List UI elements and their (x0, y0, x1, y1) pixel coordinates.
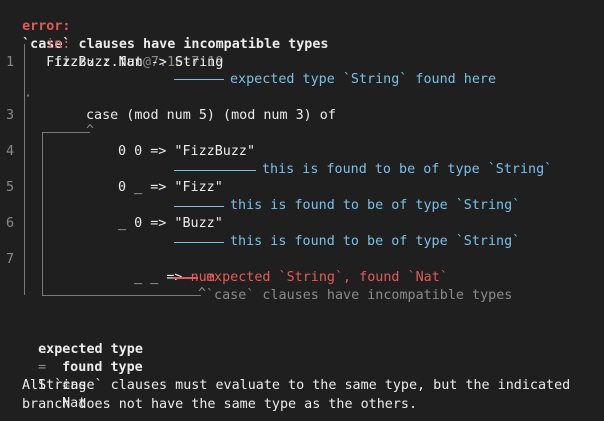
expected-underline (174, 79, 224, 80)
code-line-6: _ 0 => "Buzz" (118, 216, 223, 231)
line-number: 3 (6, 108, 15, 123)
buzz-underline (174, 242, 224, 243)
line-number: 5 (6, 180, 15, 195)
case-note-annotation: `case` clauses have incompatible types (206, 288, 513, 303)
case-bracket-left (42, 132, 43, 296)
expected-annotation: expected type `String` found here (230, 72, 497, 87)
fizz-annotation: this is found to be of type `String` (230, 198, 521, 213)
expected-type-equals: = (38, 360, 47, 375)
line-number: 7 (6, 252, 15, 267)
case-caret: ^ (86, 123, 95, 138)
case-note-caret: ^ (198, 286, 207, 301)
fizz-underline (174, 206, 224, 207)
code-line-4: 0 0 => "FizzBuzz" (118, 144, 256, 159)
fizzbuzz-annotation: this is found to be of type `String` (262, 162, 553, 177)
mismatch-underline (174, 277, 198, 279)
line-number: 4 (6, 144, 15, 159)
fizzbuzz-underline (174, 170, 256, 171)
code-line-3: case (mod num 5) (mod num 3) of (86, 108, 336, 123)
code-line-5: 0 _ => "Fizz" (118, 180, 223, 195)
line-number: 6 (6, 216, 15, 231)
code-line-7: _ _ => num (118, 251, 215, 287)
case-bracket-bottom (42, 295, 201, 296)
explanation-line-1: All `case` clauses must evaluate to the … (22, 378, 571, 393)
buzz-annotation: this is found to be of type `String` (230, 234, 521, 249)
case-bracket-top (42, 132, 90, 133)
code-line-1: fizz₂ : Nat -> String (54, 55, 224, 70)
explanation-line-2: branch does not have the same type as th… (22, 397, 418, 412)
mismatch-annotation: expected `String`, found `Nat` (206, 270, 448, 285)
line-number: 1 (6, 55, 15, 70)
location-in-label: in: (46, 37, 71, 52)
found-type-label: found type (62, 360, 143, 375)
gutter-break: · (24, 89, 33, 104)
gutter-divider (24, 44, 25, 295)
